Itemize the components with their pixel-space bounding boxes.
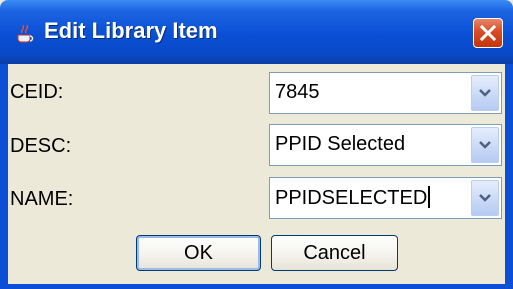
- close-icon: [480, 25, 496, 41]
- name-input-text[interactable]: PPIDSELECTED: [275, 187, 427, 209]
- name-label: NAME:: [10, 188, 74, 210]
- window-frame-left: [0, 64, 8, 289]
- cancel-button[interactable]: Cancel: [271, 235, 398, 271]
- ceid-label: CEID:: [10, 81, 64, 103]
- title-bar[interactable]: Edit Library Item: [0, 0, 513, 64]
- name-combobox[interactable]: PPIDSELECTED: [269, 177, 502, 219]
- chevron-down-icon: [479, 141, 491, 149]
- desc-label: DESC:: [10, 135, 72, 157]
- desc-combobox[interactable]: PPID Selected: [269, 124, 502, 166]
- text-caret: [428, 186, 431, 208]
- ok-button[interactable]: OK: [136, 235, 261, 271]
- desc-value: PPID Selected: [275, 133, 406, 155]
- dialog-window: Edit Library Item CEID: 7845 DESC: PPID …: [0, 0, 513, 289]
- ceid-value: 7845: [275, 81, 320, 103]
- chevron-down-icon: [479, 89, 491, 97]
- close-button[interactable]: [473, 18, 503, 48]
- desc-dropdown-button[interactable]: [471, 127, 499, 163]
- window-frame-right: [505, 64, 513, 289]
- ceid-dropdown-button[interactable]: [471, 75, 499, 111]
- ceid-combobox[interactable]: 7845: [269, 72, 502, 114]
- chevron-down-icon: [479, 194, 491, 202]
- name-value: PPIDSELECTED: [275, 186, 431, 210]
- window-frame-bottom: [0, 284, 513, 289]
- window-title: Edit Library Item: [44, 18, 218, 43]
- name-dropdown-button[interactable]: [471, 180, 499, 216]
- java-coffee-cup-icon: [14, 22, 36, 44]
